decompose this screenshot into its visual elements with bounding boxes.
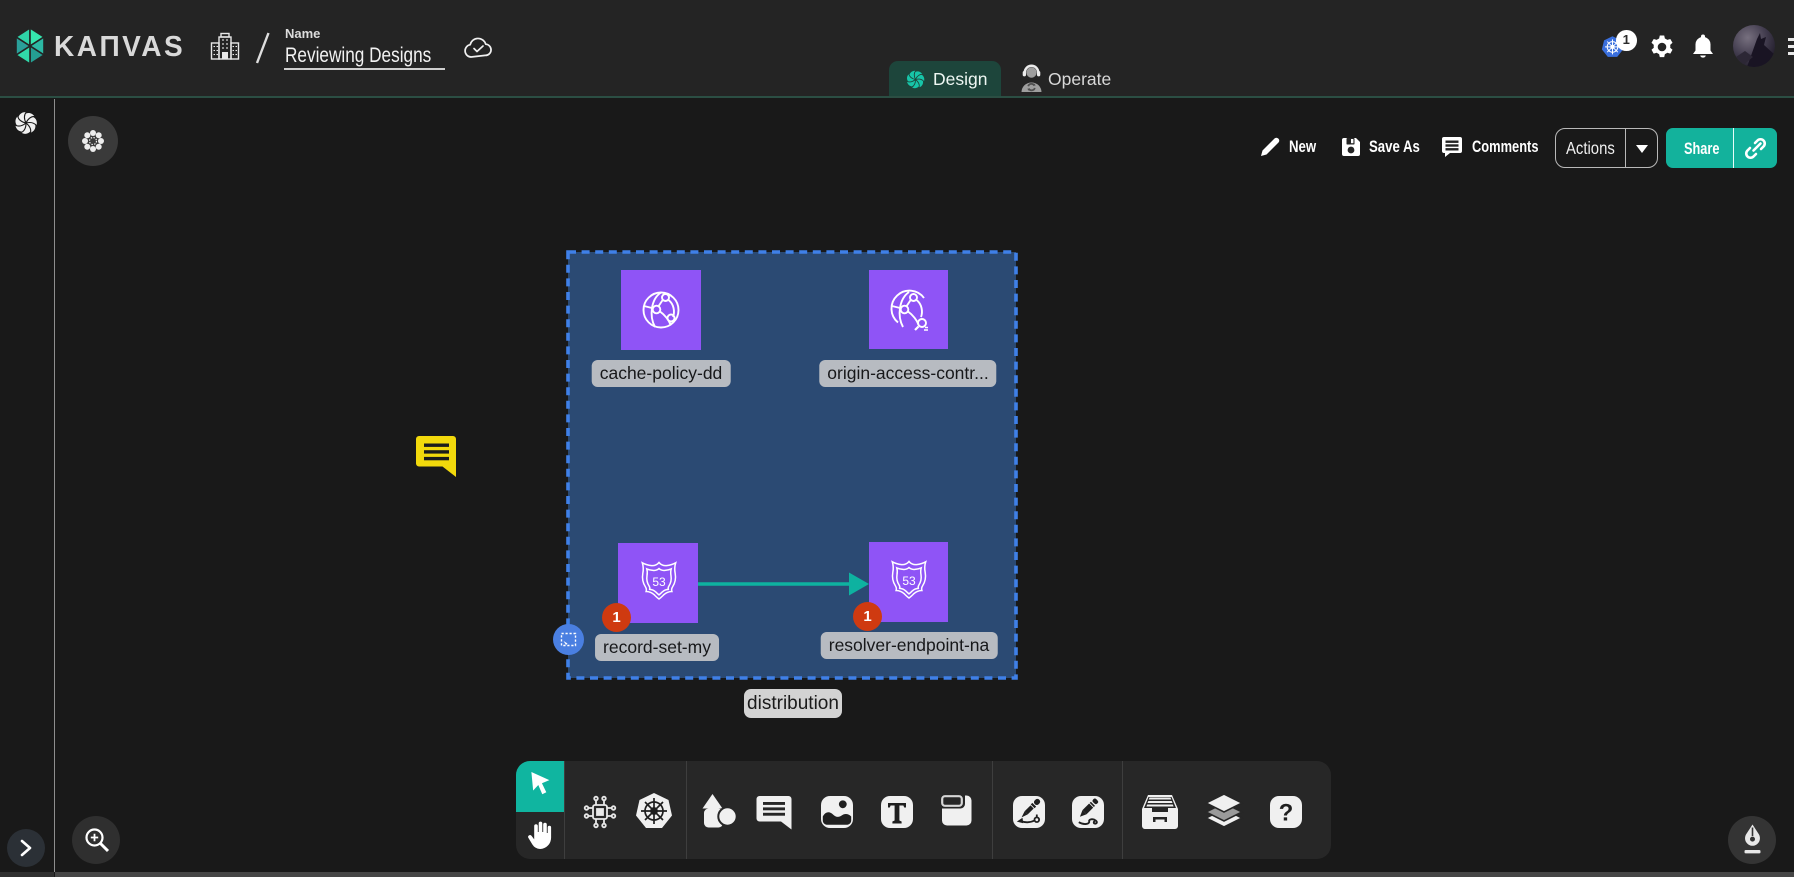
svg-text:?: ? xyxy=(1279,800,1294,827)
svg-text:53: 53 xyxy=(902,574,916,588)
svg-text:53: 53 xyxy=(652,575,666,589)
